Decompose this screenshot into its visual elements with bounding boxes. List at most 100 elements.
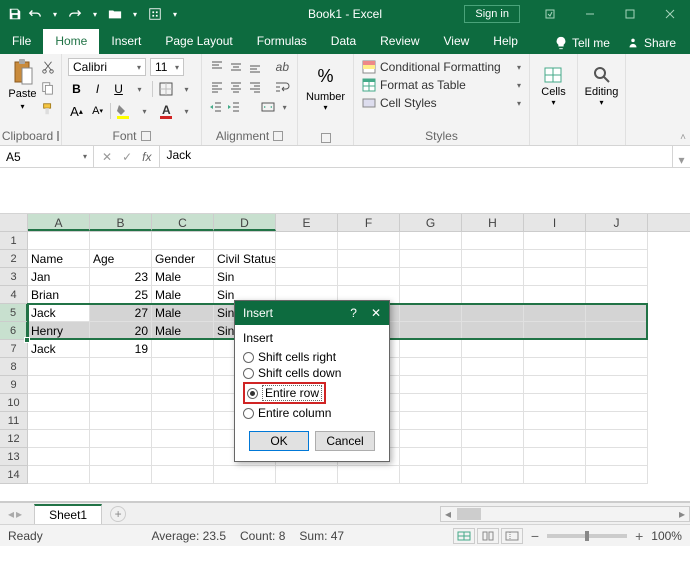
cell[interactable] (524, 322, 586, 340)
formula-bar-expanded[interactable] (0, 168, 690, 214)
cell[interactable] (214, 232, 276, 250)
formula-input[interactable]: Jack (160, 146, 672, 167)
cell[interactable] (462, 412, 524, 430)
cell[interactable] (28, 394, 90, 412)
cell[interactable] (586, 232, 648, 250)
cell[interactable]: 23 (90, 268, 152, 286)
cell[interactable] (462, 340, 524, 358)
touch-dropdown-icon[interactable]: ▾ (168, 7, 182, 21)
cancel-button[interactable]: Cancel (315, 431, 375, 451)
tab-formulas[interactable]: Formulas (245, 29, 319, 54)
cell[interactable] (586, 430, 648, 448)
cell[interactable] (462, 448, 524, 466)
col-header-D[interactable]: D (214, 214, 276, 231)
number-launcher-icon[interactable] (321, 133, 331, 143)
cell[interactable]: Age (90, 250, 152, 268)
cell[interactable] (152, 430, 214, 448)
cell[interactable] (462, 250, 524, 268)
cell[interactable] (276, 250, 338, 268)
col-header-C[interactable]: C (152, 214, 214, 231)
dialog-titlebar[interactable]: Insert ? ✕ (235, 301, 389, 325)
cell[interactable] (90, 412, 152, 430)
dialog-close-icon[interactable]: ✕ (371, 306, 381, 320)
cell[interactable] (586, 448, 648, 466)
orientation-icon[interactable]: ab (274, 58, 291, 76)
cell[interactable] (152, 448, 214, 466)
cell[interactable] (152, 466, 214, 484)
format-as-table-button[interactable]: Format as Table▾ (360, 76, 523, 94)
cell[interactable]: 20 (90, 322, 152, 340)
align-top-icon[interactable] (208, 58, 225, 76)
paste-button[interactable]: Paste ▾ (6, 58, 39, 127)
cell[interactable] (400, 466, 462, 484)
cells-icon[interactable] (543, 64, 563, 86)
cell[interactable] (524, 466, 586, 484)
row-header[interactable]: 11 (0, 412, 28, 430)
format-painter-icon[interactable] (41, 102, 55, 119)
cell[interactable] (524, 394, 586, 412)
touch-mode-icon[interactable] (148, 7, 162, 21)
scrollbar-thumb[interactable] (457, 508, 481, 520)
cell[interactable] (276, 268, 338, 286)
cell[interactable]: 25 (90, 286, 152, 304)
tab-view[interactable]: View (432, 29, 482, 54)
merge-center-icon[interactable] (260, 98, 276, 116)
fx-icon[interactable]: fx (142, 150, 151, 164)
cell[interactable]: Name (28, 250, 90, 268)
cell[interactable] (524, 232, 586, 250)
cell[interactable] (586, 340, 648, 358)
clipboard-launcher-icon[interactable] (57, 131, 59, 141)
tab-home[interactable]: Home (43, 29, 99, 54)
open-icon[interactable] (108, 7, 122, 21)
cell[interactable] (586, 304, 648, 322)
cell[interactable] (400, 358, 462, 376)
align-left-icon[interactable] (208, 78, 225, 96)
cell[interactable] (90, 430, 152, 448)
cell[interactable] (400, 430, 462, 448)
row-header[interactable]: 10 (0, 394, 28, 412)
cell[interactable] (586, 358, 648, 376)
cell[interactable] (152, 394, 214, 412)
redo-icon[interactable] (68, 7, 82, 21)
cell[interactable] (524, 376, 586, 394)
close-icon[interactable] (650, 0, 690, 28)
cell[interactable] (152, 340, 214, 358)
cell[interactable] (524, 250, 586, 268)
col-header-H[interactable]: H (462, 214, 524, 231)
cell[interactable] (152, 376, 214, 394)
increase-indent-icon[interactable] (226, 98, 242, 116)
cell[interactable] (462, 394, 524, 412)
cell[interactable] (586, 394, 648, 412)
dialog-help-icon[interactable]: ? (350, 306, 357, 320)
cell[interactable] (152, 358, 214, 376)
cut-icon[interactable] (41, 60, 55, 77)
name-box[interactable]: A5▾ (0, 146, 94, 167)
cell[interactable]: Henry (28, 322, 90, 340)
cell[interactable] (586, 322, 648, 340)
radio-entire-column[interactable]: Entire column (243, 405, 381, 421)
cell[interactable]: Jan (28, 268, 90, 286)
row-header[interactable]: 5 (0, 304, 28, 322)
font-name-select[interactable]: Calibri▾ (68, 58, 146, 76)
italic-button[interactable]: I (89, 80, 106, 98)
cell[interactable]: Sin (214, 268, 276, 286)
tell-me-button[interactable]: Tell me (548, 32, 616, 54)
conditional-formatting-button[interactable]: Conditional Formatting▾ (360, 58, 523, 76)
editing-icon[interactable] (591, 64, 611, 86)
cell[interactable]: Male (152, 286, 214, 304)
cell[interactable] (90, 376, 152, 394)
enter-formula-icon[interactable]: ✓ (122, 150, 132, 164)
undo-icon[interactable] (28, 7, 42, 21)
copy-icon[interactable] (41, 81, 55, 98)
cell[interactable]: Civil Status (214, 250, 276, 268)
horizontal-scrollbar[interactable]: ◂ ▸ (440, 506, 690, 522)
radio-shift-down[interactable]: Shift cells down (243, 365, 381, 381)
col-header-A[interactable]: A (28, 214, 90, 231)
tab-data[interactable]: Data (319, 29, 368, 54)
cell[interactable] (276, 232, 338, 250)
fill-handle[interactable] (24, 337, 30, 343)
zoom-out-icon[interactable]: − (531, 528, 539, 544)
row-header[interactable]: 4 (0, 286, 28, 304)
cell[interactable] (586, 466, 648, 484)
row-header[interactable]: 3 (0, 268, 28, 286)
